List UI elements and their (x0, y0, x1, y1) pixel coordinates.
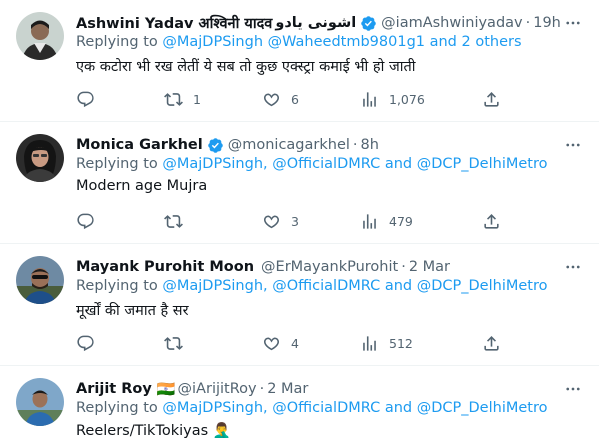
views-button[interactable]: 479 (360, 210, 413, 232)
tweet-text: मूर्खों की जमात है सर (76, 303, 189, 319)
replying-prefix: Replying to (76, 278, 158, 294)
reply-mentions[interactable]: @MajDPSingh, @OfficialDMRC and @DCP_Delh… (162, 278, 547, 294)
views-button[interactable]: 512 (360, 332, 413, 354)
like-count: 3 (291, 213, 299, 229)
reply-button[interactable] (76, 332, 105, 354)
separator-dot: · (401, 259, 406, 275)
like-count: 6 (291, 91, 299, 107)
heart-icon (263, 337, 280, 350)
replying-to: Replying to @MajDPSingh @Waheedtmb9801g1… (76, 34, 522, 50)
retweet-count: 1 (193, 91, 201, 107)
reply-mentions[interactable]: @MajDPSingh, @OfficialDMRC and @DCP_Delh… (162, 400, 547, 416)
like-count: 4 (291, 335, 299, 351)
replying-prefix: Replying to (76, 34, 158, 50)
retweet-button[interactable] (164, 332, 193, 354)
reply-mentions[interactable]: @MajDPSingh, @OfficialDMRC and @DCP_Delh… (162, 156, 547, 172)
avatar[interactable] (16, 256, 64, 304)
retweet-icon (164, 92, 183, 106)
tweet[interactable]: Arijit Roy 🇮🇳 @iArijitRoy · 2 Mar Replyi… (0, 366, 599, 448)
views-icon (363, 91, 376, 107)
handle[interactable]: @iArijitRoy (178, 381, 257, 397)
views-icon (363, 213, 376, 229)
avatar[interactable] (16, 12, 64, 60)
reply-icon (77, 213, 94, 229)
timestamp[interactable]: 2 Mar (267, 381, 308, 397)
replying-to: Replying to @MajDPSingh, @OfficialDMRC a… (76, 400, 547, 416)
reply-button[interactable] (76, 210, 105, 232)
view-count: 479 (389, 213, 413, 229)
share-button[interactable] (482, 332, 501, 354)
retweet-icon (164, 214, 183, 228)
retweet-button[interactable] (164, 210, 193, 232)
verified-badge-icon (207, 137, 223, 153)
replying-prefix: Replying to (76, 400, 158, 416)
avatar[interactable] (16, 378, 64, 426)
display-name[interactable]: Ashwini Yadav अश्विनी यादव (76, 13, 272, 33)
separator-dot: · (259, 381, 265, 397)
like-button[interactable]: 4 (262, 332, 299, 354)
more-icon[interactable] (563, 258, 583, 276)
display-name-extra[interactable]: اشونی یادو (275, 15, 356, 31)
timestamp[interactable]: 2 Mar (409, 259, 450, 275)
verified-badge-icon (361, 15, 376, 31)
reply-button[interactable] (76, 88, 105, 110)
views-icon (363, 335, 376, 351)
retweet-button[interactable]: 1 (164, 88, 201, 110)
tweet[interactable]: Mayank Purohit Moon @ErMayankPurohit · 2… (0, 244, 599, 366)
tweet[interactable]: Monica Garkhel @monicagarkhel · 8h Reply… (0, 122, 599, 244)
view-count: 512 (389, 335, 413, 351)
reply-icon (77, 91, 94, 107)
action-bar: 4 512 (76, 332, 499, 354)
display-name[interactable]: Monica Garkhel (76, 137, 203, 153)
heart-icon (263, 93, 280, 106)
display-name[interactable]: Arijit Roy (76, 381, 152, 397)
timestamp[interactable]: 19h (533, 15, 561, 31)
view-count: 1,076 (389, 91, 425, 107)
india-flag-emoji: 🇮🇳 (156, 380, 176, 398)
display-name[interactable]: Mayank Purohit Moon (76, 259, 254, 275)
share-icon (484, 335, 499, 351)
reply-mentions[interactable]: @MajDPSingh @Waheedtmb9801g1 and 2 other… (162, 34, 521, 50)
views-button[interactable]: 1,076 (360, 88, 425, 110)
reply-icon (77, 335, 94, 351)
tweet[interactable]: Ashwini Yadav अश्विनी यादव اشونی یادو @i… (0, 0, 599, 122)
more-icon[interactable] (563, 136, 583, 154)
share-button[interactable] (482, 88, 501, 110)
replying-to: Replying to @MajDPSingh, @OfficialDMRC a… (76, 278, 547, 294)
share-button[interactable] (482, 210, 501, 232)
tweet-text: एक कटोरा भी रख लेतीं ये सब तो कुछ एक्स्ट… (76, 59, 416, 75)
more-icon[interactable] (563, 14, 583, 32)
handle[interactable]: @ErMayankPurohit (261, 259, 398, 275)
separator-dot: · (352, 137, 358, 153)
action-bar: 3 479 (76, 210, 499, 232)
tweet-text: Reelers/TikTokiyas 🤦‍♂️ (76, 423, 231, 439)
share-icon (484, 91, 499, 107)
separator-dot: · (525, 15, 531, 31)
handle[interactable]: @iamAshwiniyadav (381, 15, 522, 31)
like-button[interactable]: 3 (262, 210, 299, 232)
handle[interactable]: @monicagarkhel (228, 137, 350, 153)
heart-icon (263, 215, 280, 228)
avatar[interactable] (16, 134, 64, 182)
timestamp[interactable]: 8h (361, 137, 379, 153)
like-button[interactable]: 6 (262, 88, 299, 110)
replying-to: Replying to @MajDPSingh, @OfficialDMRC a… (76, 156, 547, 172)
retweet-icon (164, 336, 183, 350)
more-icon[interactable] (563, 380, 583, 398)
replying-prefix: Replying to (76, 156, 158, 172)
share-icon (484, 213, 499, 229)
tweet-text: Modern age Mujra (76, 178, 208, 194)
action-bar: 1 6 1,076 (76, 88, 499, 110)
